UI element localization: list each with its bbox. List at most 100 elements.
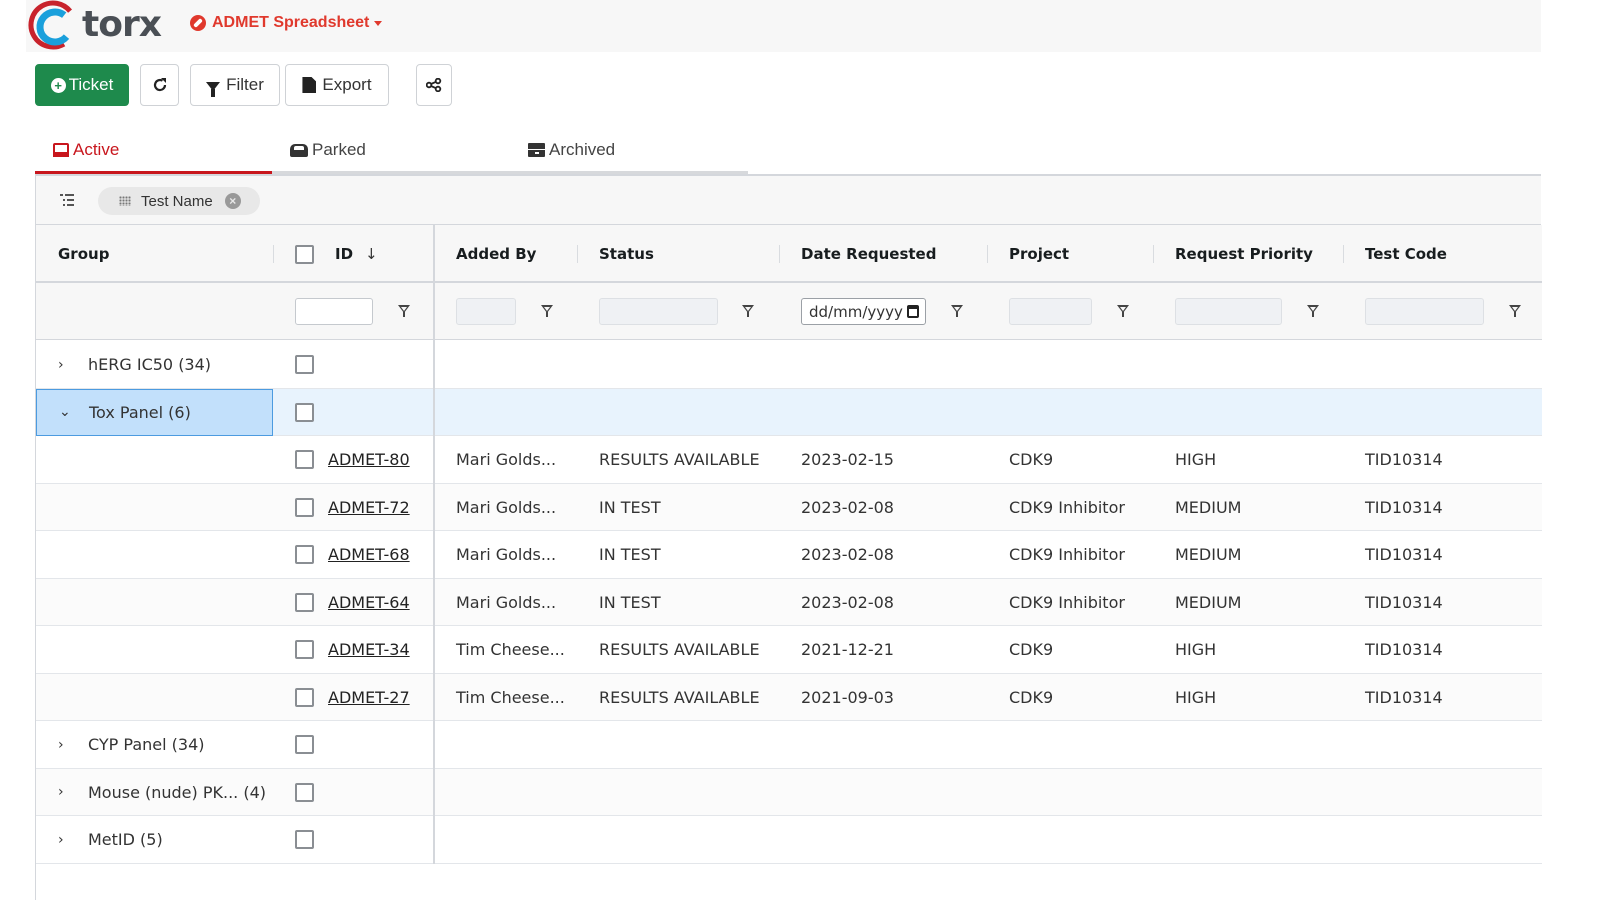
row-checkbox-cell bbox=[295, 721, 314, 768]
sort-descending-icon[interactable]: ↓ bbox=[365, 245, 378, 263]
caret-down-icon bbox=[374, 20, 383, 26]
remove-group-icon[interactable]: × bbox=[224, 193, 241, 209]
car-icon bbox=[290, 143, 308, 157]
column-separator[interactable] bbox=[273, 245, 274, 263]
filter-icon[interactable] bbox=[398, 305, 410, 317]
tab-parked[interactable]: Parked bbox=[290, 126, 366, 174]
group-cell[interactable]: › CYP Panel (34) bbox=[36, 721, 273, 768]
select-all-checkbox[interactable] bbox=[295, 244, 314, 264]
added-by-cell: Mari Golds... bbox=[456, 497, 557, 517]
test-code-cell: TID10314 bbox=[1365, 640, 1443, 659]
tab-archived[interactable]: Archived bbox=[528, 126, 615, 174]
table-row[interactable]: ADMET-34 Tim Cheese... RESULTS AVAILABLE… bbox=[36, 626, 1542, 674]
date-placeholder: dd/mm/yyyy bbox=[809, 302, 903, 321]
column-header-id[interactable]: ID ↓ bbox=[295, 225, 378, 283]
chevron-right-icon[interactable]: › bbox=[58, 832, 88, 848]
request-priority-filter-input[interactable] bbox=[1175, 298, 1282, 325]
tab-active[interactable]: Active bbox=[53, 126, 119, 174]
ticket-label: Ticket bbox=[68, 75, 114, 94]
ticket-id-link[interactable]: ADMET-72 bbox=[328, 484, 410, 531]
ticket-id-link[interactable]: ADMET-68 bbox=[328, 531, 410, 578]
column-header-test-code[interactable]: Test Code bbox=[1365, 225, 1447, 283]
row-checkbox[interactable] bbox=[295, 830, 314, 849]
chevron-right-icon[interactable]: › bbox=[58, 784, 88, 800]
column-separator[interactable] bbox=[1343, 245, 1344, 263]
group-row[interactable]: › Mouse (nude) PK... (4) bbox=[36, 768, 1542, 816]
ticket-id-link[interactable]: ADMET-64 bbox=[328, 579, 410, 626]
share-button[interactable] bbox=[416, 64, 452, 106]
table-row[interactable]: ADMET-80 Mari Golds... RESULTS AVAILABLE… bbox=[36, 436, 1542, 484]
column-separator[interactable] bbox=[987, 245, 988, 263]
group-row[interactable]: › hERG IC50 (34) bbox=[36, 341, 1542, 389]
row-checkbox[interactable] bbox=[295, 687, 314, 707]
row-checkbox[interactable] bbox=[295, 592, 314, 612]
priority-cell: HIGH bbox=[1175, 687, 1217, 707]
chevron-right-icon[interactable]: › bbox=[58, 357, 88, 373]
row-checkbox[interactable] bbox=[295, 402, 314, 422]
test-code-filter-input[interactable] bbox=[1365, 298, 1484, 325]
row-checkbox[interactable] bbox=[295, 497, 314, 517]
row-checkbox[interactable] bbox=[295, 450, 314, 469]
group-list-icon[interactable] bbox=[60, 193, 76, 207]
column-header-status[interactable]: Status bbox=[599, 225, 654, 283]
drag-grip-icon[interactable] bbox=[119, 196, 131, 206]
share-icon bbox=[426, 78, 442, 92]
filter-icon[interactable] bbox=[951, 305, 963, 317]
filter-icon[interactable] bbox=[1117, 305, 1129, 317]
column-header-request-priority[interactable]: Request Priority bbox=[1175, 225, 1313, 283]
table-row[interactable]: ADMET-64 Mari Golds... IN TEST 2023-02-0… bbox=[36, 578, 1542, 626]
group-chip-test-name[interactable]: Test Name × bbox=[98, 187, 260, 215]
table-row[interactable]: ADMET-27 Tim Cheese... RESULTS AVAILABLE… bbox=[36, 673, 1542, 721]
new-ticket-button[interactable]: + Ticket bbox=[35, 64, 129, 106]
export-button[interactable]: Export bbox=[285, 64, 389, 106]
ticket-id-link[interactable]: ADMET-34 bbox=[328, 626, 410, 673]
column-header-project[interactable]: Project bbox=[1009, 225, 1069, 283]
row-checkbox[interactable] bbox=[295, 735, 314, 754]
calendar-icon[interactable] bbox=[907, 305, 919, 318]
header-label: Added By bbox=[456, 245, 537, 263]
date-requested-filter-input[interactable]: dd/mm/yyyy bbox=[801, 298, 926, 325]
filter-icon[interactable] bbox=[1509, 305, 1521, 317]
filter-button[interactable]: Filter bbox=[190, 64, 280, 106]
header-label: Group bbox=[58, 245, 110, 263]
table-row[interactable]: ADMET-68 Mari Golds... IN TEST 2023-02-0… bbox=[36, 531, 1542, 579]
group-row[interactable]: › CYP Panel (34) bbox=[36, 721, 1542, 769]
table-row[interactable]: ADMET-72 Mari Golds... IN TEST 2023-02-0… bbox=[36, 483, 1542, 531]
group-cell[interactable]: › Mouse (nude) PK... (4) bbox=[36, 769, 273, 816]
header-label: Project bbox=[1009, 245, 1070, 263]
id-filter-input[interactable] bbox=[295, 298, 373, 325]
column-separator[interactable] bbox=[779, 245, 780, 263]
column-header-added-by[interactable]: Added By bbox=[456, 225, 536, 283]
group-cell[interactable]: › hERG IC50 (34) bbox=[36, 341, 273, 388]
added-by-filter-input[interactable] bbox=[456, 298, 516, 325]
column-header-date-requested[interactable]: Date Requested bbox=[801, 225, 936, 283]
priority-cell: HIGH bbox=[1175, 450, 1217, 469]
status-cell: RESULTS AVAILABLE bbox=[599, 450, 760, 469]
chevron-down-icon[interactable]: ⌄ bbox=[59, 404, 89, 420]
row-checkbox[interactable] bbox=[295, 640, 314, 659]
archive-icon bbox=[528, 143, 545, 157]
filter-icon[interactable] bbox=[541, 305, 553, 317]
row-group-panel: Test Name × bbox=[36, 176, 1541, 225]
row-checkbox[interactable] bbox=[295, 782, 314, 802]
app-switcher-dropdown[interactable]: ADMET Spreadsheet bbox=[190, 14, 383, 32]
group-row-selected[interactable]: ⌄ Tox Panel (6) bbox=[36, 388, 1542, 436]
ticket-id-link[interactable]: ADMET-80 bbox=[328, 436, 410, 483]
refresh-button[interactable] bbox=[140, 64, 179, 106]
filter-icon[interactable] bbox=[1307, 305, 1319, 317]
group-cell[interactable]: ⌄ Tox Panel (6) bbox=[36, 388, 273, 436]
group-row[interactable]: › MetID (5) bbox=[36, 816, 1542, 864]
ticket-id-link[interactable]: ADMET-27 bbox=[328, 674, 410, 721]
status-filter-input[interactable] bbox=[599, 298, 718, 325]
group-label: MetID (5) bbox=[88, 830, 163, 849]
chevron-right-icon[interactable]: › bbox=[58, 737, 88, 753]
column-separator[interactable] bbox=[577, 245, 578, 263]
column-header-group[interactable]: Group bbox=[58, 225, 109, 283]
row-checkbox[interactable] bbox=[295, 545, 314, 564]
filter-icon[interactable] bbox=[742, 305, 754, 317]
group-cell[interactable]: › MetID (5) bbox=[36, 816, 273, 863]
row-checkbox[interactable] bbox=[295, 355, 314, 374]
project-filter-input[interactable] bbox=[1009, 298, 1092, 325]
torx-logo[interactable]: torx bbox=[28, 0, 162, 50]
column-separator[interactable] bbox=[1153, 245, 1154, 263]
